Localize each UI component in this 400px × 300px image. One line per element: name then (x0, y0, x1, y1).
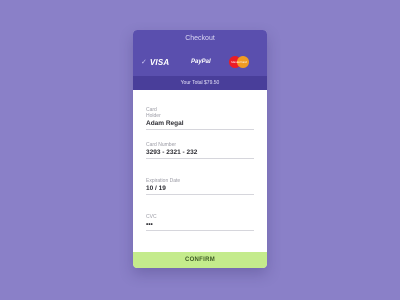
card-holder-input[interactable]: Adam Regal (146, 120, 254, 127)
cvc-label: CVC (146, 214, 157, 220)
check-icon: ✓ (141, 59, 147, 66)
checkout-card: Checkout ✓ VISA PayPal MasterCard Your T… (133, 30, 267, 268)
visa-logo-icon: VISA (149, 57, 170, 67)
expiration-date-label: Expiration Date (146, 178, 181, 184)
card-holder-field[interactable]: Card Holder Adam Regal (146, 107, 254, 130)
expiration-date-input[interactable]: 10 / 19 (146, 185, 254, 192)
expiration-date-field[interactable]: Expiration Date 10 / 19 (146, 178, 254, 195)
payment-method-visa[interactable]: ✓ VISA (141, 54, 169, 70)
field-underline (146, 129, 254, 130)
order-total: Your Total $79.50 (133, 76, 267, 90)
card-number-label: Card Number (146, 142, 177, 148)
payment-method-paypal[interactable]: PayPal (191, 54, 211, 70)
field-underline (146, 230, 254, 231)
paypal-logo-icon: PayPal (191, 59, 211, 65)
checkout-header: Checkout ✓ VISA PayPal MasterCard Your T… (133, 30, 267, 90)
field-underline (146, 158, 254, 159)
cvc-input[interactable]: ••• (146, 221, 254, 228)
cvc-field[interactable]: CVC ••• (146, 214, 254, 231)
checkout-title: Checkout (185, 35, 215, 42)
field-underline (146, 194, 254, 195)
card-number-input[interactable]: 3293 - 2321 - 232 (146, 149, 254, 156)
confirm-button[interactable]: CONFIRM (133, 252, 267, 268)
payment-method-mastercard[interactable]: MasterCard (229, 54, 249, 70)
card-number-field[interactable]: Card Number 3293 - 2321 - 232 (146, 142, 254, 159)
mastercard-logo-icon: MasterCard (229, 56, 249, 68)
card-holder-label: Card Holder (146, 107, 161, 119)
payment-methods: ✓ VISA PayPal MasterCard (133, 54, 267, 70)
